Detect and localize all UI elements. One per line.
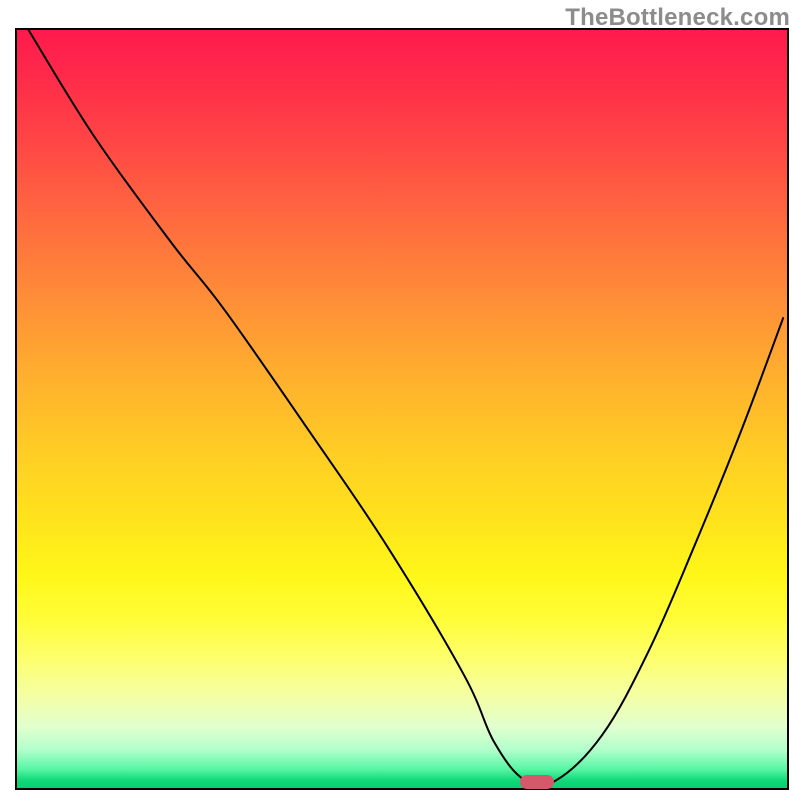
bottleneck-curve-svg — [17, 30, 787, 788]
plot-area — [15, 28, 789, 790]
watermark-text: TheBottleneck.com — [565, 4, 790, 32]
plot-inner — [17, 30, 787, 788]
chart-frame: TheBottleneck.com — [0, 0, 800, 800]
bottleneck-curve — [29, 30, 784, 786]
optimal-point-marker — [520, 775, 554, 789]
